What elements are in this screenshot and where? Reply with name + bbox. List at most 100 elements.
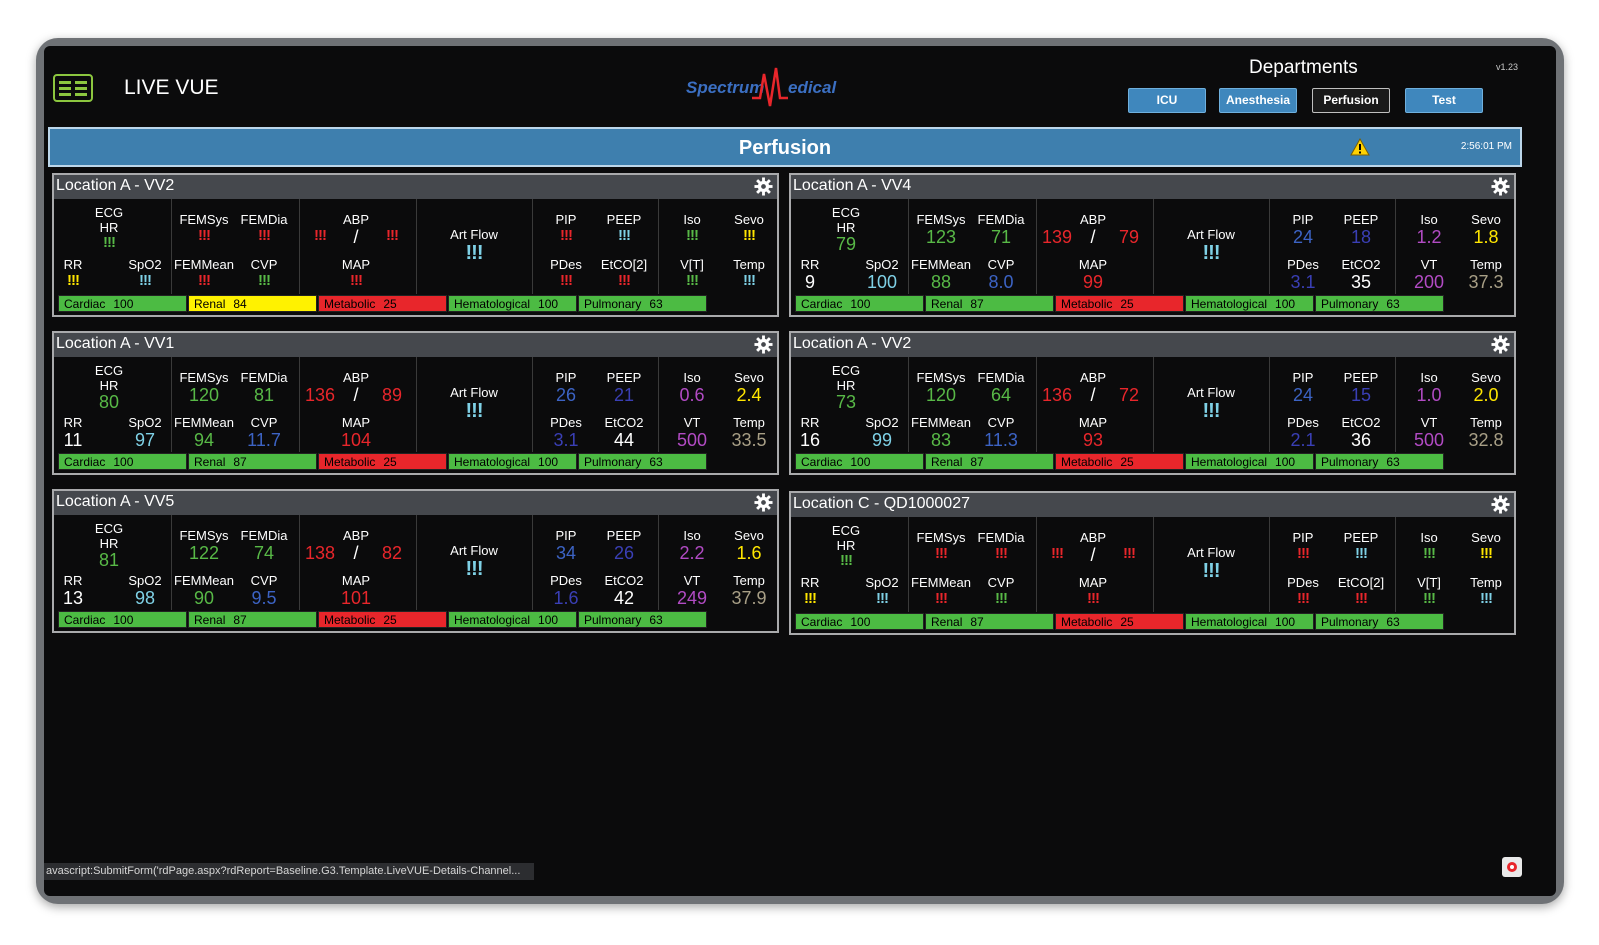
score-value: 25 — [383, 455, 397, 469]
location-panel[interactable]: Location A - VV2 — [52, 173, 779, 317]
cvp-label: CVP — [250, 257, 278, 272]
etco2-label: EtCO2 — [604, 415, 644, 430]
score-name: Metabolic — [324, 297, 376, 311]
score-cardiac[interactable]: Cardiac 100 — [58, 295, 187, 312]
score-metabolic[interactable]: Metabolic 25 — [318, 611, 447, 628]
score-cardiac[interactable]: Cardiac 100 — [58, 453, 187, 470]
score-value: 100 — [850, 615, 871, 629]
location-panel[interactable]: Location A - VV5 ECG HR 81 RR 13 SpO2 98… — [52, 489, 779, 633]
gear-icon[interactable] — [1491, 335, 1510, 354]
hr-value: !!! — [840, 552, 853, 569]
femsys-label: FEMSys — [916, 530, 966, 545]
score-metabolic[interactable]: Metabolic 25 — [318, 453, 447, 470]
gear-icon[interactable] — [1491, 495, 1510, 514]
dept-button-perfusion[interactable]: Perfusion — [1312, 88, 1390, 113]
score-hematological[interactable]: Hematological 100 — [1185, 613, 1314, 630]
score-cardiac[interactable]: Cardiac 100 — [58, 611, 187, 628]
ecg-label: ECG — [831, 363, 861, 378]
peep-label: PEEP — [606, 528, 642, 543]
score-name: Metabolic — [324, 613, 376, 627]
score-pulmonary[interactable]: Pulmonary 63 — [578, 611, 707, 628]
score-hematological[interactable]: Hematological 100 — [448, 611, 577, 628]
hr-value: 73 — [835, 392, 857, 412]
location-panel[interactable]: Location C - QD1000027 ECG HR !!! RR !!!… — [789, 491, 1516, 635]
map-value: !!! — [350, 272, 363, 289]
iso-label: Iso — [1420, 530, 1438, 545]
system-score-strip: Cardiac 100 Renal 87 Metabolic 25 Hematolog… — [58, 453, 718, 470]
iso-value: 0.6 — [679, 385, 705, 405]
location-panel[interactable]: Location A - VV1 ECG HR 80 RR 11 SpO2 97… — [52, 331, 779, 475]
score-metabolic[interactable]: Metabolic 25 — [1055, 613, 1184, 630]
score-cardiac[interactable]: Cardiac 100 — [795, 453, 924, 470]
score-pulmonary[interactable]: Pulmonary 63 — [1315, 613, 1444, 630]
spo2-label: SpO2 — [128, 415, 162, 430]
score-renal[interactable]: Renal 87 — [188, 611, 317, 628]
score-renal[interactable]: Renal 87 — [925, 613, 1054, 630]
temp-label: Temp — [733, 573, 765, 588]
gear-icon[interactable] — [754, 493, 773, 512]
gear-icon[interactable] — [754, 335, 773, 354]
cvp-label: CVP — [250, 415, 278, 430]
score-value: 63 — [1386, 455, 1400, 469]
score-metabolic[interactable]: Metabolic 25 — [1055, 295, 1184, 312]
femmean-value: 83 — [930, 430, 952, 450]
location-panel[interactable]: Location A - VV2 — [789, 331, 1516, 475]
rr-value: !!! — [804, 590, 817, 607]
score-metabolic[interactable]: Metabolic 25 — [318, 295, 447, 312]
femsys-value: 120 — [925, 385, 957, 405]
score-hematological[interactable]: Hematological 100 — [448, 453, 577, 470]
score-hematological[interactable]: Hematological 100 — [1185, 295, 1314, 312]
score-name: Metabolic — [1061, 615, 1113, 629]
etco2-label: EtCO2 — [1341, 257, 1381, 272]
score-renal[interactable]: Renal 87 — [925, 453, 1054, 470]
score-metabolic[interactable]: Metabolic 25 — [1055, 453, 1184, 470]
gear-icon[interactable] — [754, 177, 773, 196]
score-pulmonary[interactable]: Pulmonary 63 — [578, 453, 707, 470]
score-hematological[interactable]: Hematological 100 — [448, 295, 577, 312]
spo2-label: SpO2 — [865, 415, 899, 430]
score-value: 100 — [1275, 455, 1296, 469]
sevo-label: Sevo — [1471, 370, 1501, 385]
abp-diastolic-value: !!! — [386, 227, 399, 244]
dept-button-icu[interactable]: ICU — [1128, 88, 1206, 113]
warning-icon[interactable] — [1350, 138, 1370, 156]
score-cardiac[interactable]: Cardiac 100 — [795, 295, 924, 312]
score-hematological[interactable]: Hematological 100 — [1185, 453, 1314, 470]
score-value: 25 — [1120, 455, 1134, 469]
hr-label: HR — [99, 220, 119, 235]
dept-button-anesthesia[interactable]: Anesthesia — [1219, 88, 1297, 113]
artflow-value: !!! — [465, 242, 484, 264]
score-name: Metabolic — [1061, 455, 1113, 469]
score-renal[interactable]: Renal 87 — [925, 295, 1054, 312]
score-name: Hematological — [454, 455, 531, 469]
score-renal[interactable]: Renal 84 — [188, 295, 317, 312]
cvp-value: 8.0 — [988, 272, 1014, 292]
peep-label: PEEP — [606, 370, 642, 385]
section-divider — [299, 199, 300, 294]
score-name: Renal — [194, 613, 226, 627]
score-cardiac[interactable]: Cardiac 100 — [795, 613, 924, 630]
panel-header: Location A - VV2 — [54, 175, 777, 199]
score-pulmonary[interactable]: Pulmonary 63 — [578, 295, 707, 312]
femdia-value: !!! — [995, 545, 1008, 562]
vt-label: V[T] — [680, 257, 704, 272]
spo2-value: 97 — [134, 430, 156, 450]
temp-label: Temp — [1470, 575, 1502, 590]
cvp-label: CVP — [987, 257, 1015, 272]
system-score-strip: Cardiac 100 Renal 84 Metabolic 25 Hematolog… — [58, 295, 718, 312]
menu-grid-icon[interactable] — [53, 74, 93, 102]
section-divider — [1036, 357, 1037, 452]
section-divider — [532, 357, 533, 452]
score-pulmonary[interactable]: Pulmonary 63 — [1315, 295, 1444, 312]
dept-button-test[interactable]: Test — [1405, 88, 1483, 113]
pdes-value: !!! — [560, 272, 573, 289]
section-divider — [532, 199, 533, 294]
score-renal[interactable]: Renal 87 — [188, 453, 317, 470]
location-panel[interactable]: Location A - VV4 ECG HR 79 RR 9 SpO2 100… — [789, 173, 1516, 317]
score-pulmonary[interactable]: Pulmonary 63 — [1315, 453, 1444, 470]
banner-title: Perfusion — [738, 137, 832, 159]
panel-header: Location A - VV1 — [54, 333, 777, 357]
corner-app-icon[interactable] — [1502, 857, 1522, 877]
ecg-m-icon — [752, 67, 788, 107]
gear-icon[interactable] — [1491, 177, 1510, 196]
